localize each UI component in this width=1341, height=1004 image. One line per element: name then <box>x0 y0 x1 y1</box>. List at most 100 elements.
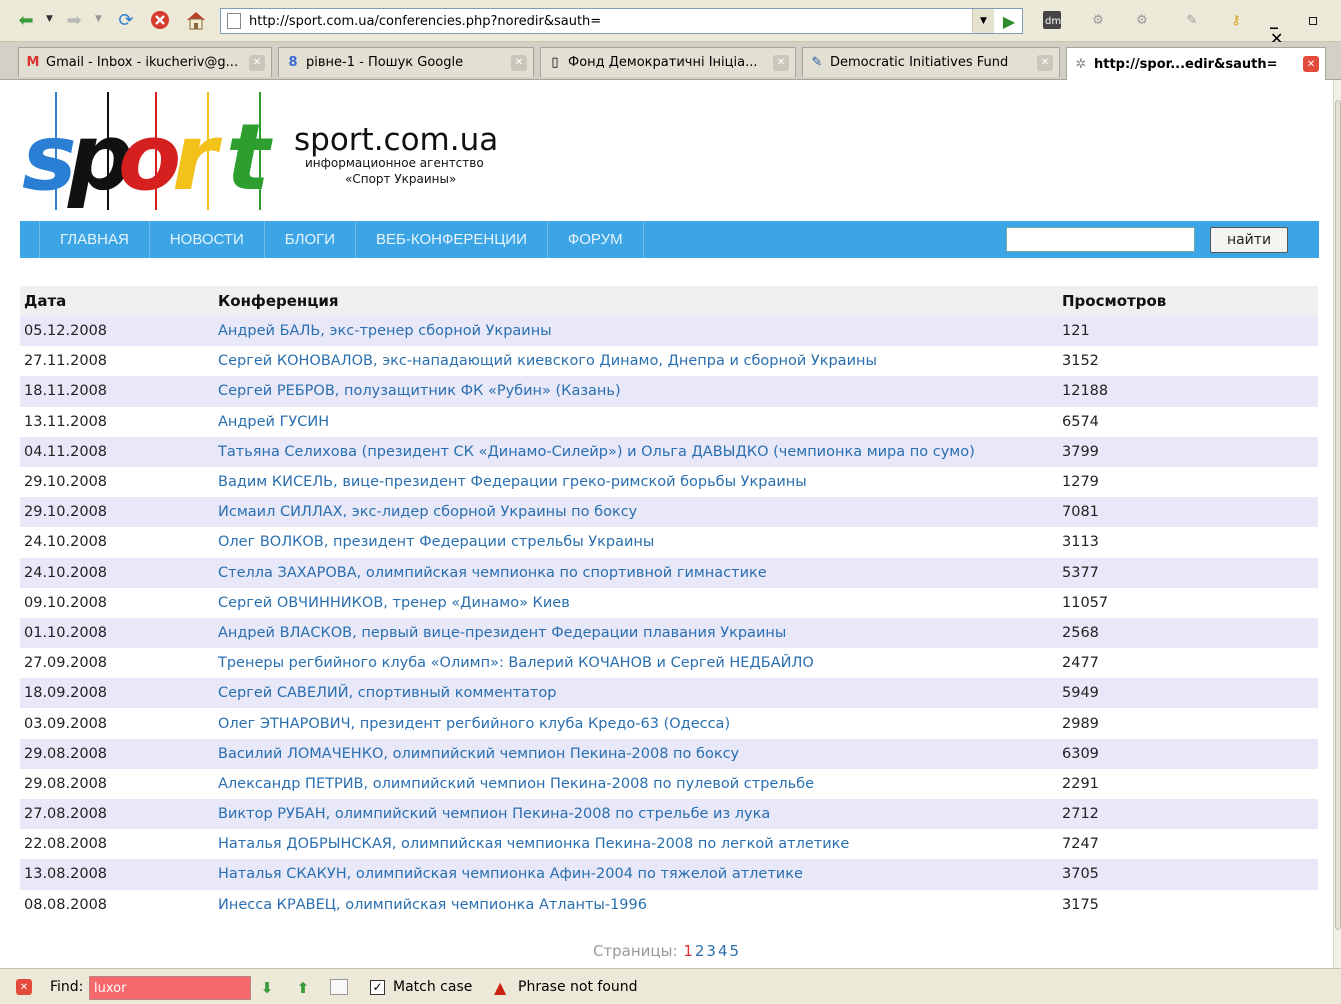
back-icon[interactable]: ⬅ <box>14 8 38 32</box>
close-tab-icon[interactable]: ✕ <box>773 54 789 71</box>
conference-link[interactable]: Андрей БАЛЬ, экс-тренер сборной Украины <box>214 316 1058 347</box>
gmail-icon: M <box>26 55 40 70</box>
scrollbar-thumb[interactable] <box>1335 100 1341 930</box>
nav-item-home[interactable]: ГЛАВНАЯ <box>40 221 150 258</box>
table-row: 29.08.2008 Василий ЛОМАЧЕНКО, олимпийский… <box>20 738 1318 769</box>
svg-text:dm: dm <box>1045 16 1061 27</box>
tab-google-search[interactable]: 8 рівне-1 - Пошук Google ✕ <box>278 47 534 77</box>
row-date: 01.10.2008 <box>20 617 214 649</box>
row-views: 2291 <box>1058 768 1318 799</box>
tab-democratic-initiatives[interactable]: ✎ Democratic Initiatives Fund ✕ <box>802 47 1060 77</box>
conference-link[interactable]: Татьяна Селихова (президент СК «Динамо-С… <box>214 436 1058 467</box>
nav-item-news[interactable]: НОВОСТИ <box>150 221 265 258</box>
pagination-label: Страницы: <box>592 942 678 960</box>
row-views: 5949 <box>1058 678 1318 709</box>
home-icon[interactable] <box>184 8 208 32</box>
row-views: 3113 <box>1058 527 1318 558</box>
conference-link[interactable]: Сергей КОНОВАЛОВ, экс-нападающий киевско… <box>214 346 1058 377</box>
reload-icon[interactable]: ⟳ <box>114 8 138 32</box>
highlight-all-icon[interactable] <box>330 979 348 995</box>
match-case-label[interactable]: Match case <box>393 979 472 995</box>
row-date: 09.10.2008 <box>20 587 214 618</box>
row-views: 2477 <box>1058 648 1318 679</box>
address-bar[interactable] <box>220 8 1023 34</box>
close-tab-icon[interactable]: ✕ <box>511 54 527 71</box>
search-input[interactable] <box>1006 227 1195 252</box>
close-find-icon[interactable]: ✕ <box>16 979 32 995</box>
page-link[interactable]: 5 <box>730 942 740 960</box>
conference-link[interactable]: Сергей РЕБРОВ, полузащитник ФК «Рубин» (… <box>214 376 1058 407</box>
table-row: 01.10.2008 Андрей ВЛАСКОВ, первый вице-пр… <box>20 617 1318 649</box>
search-button[interactable]: найти <box>1210 227 1288 253</box>
url-history-dropdown-icon[interactable]: ▼ <box>972 9 994 33</box>
tab-gmail[interactable]: M Gmail - Inbox - ikucheriv@g... ✕ <box>18 47 272 77</box>
row-date: 03.09.2008 <box>20 708 214 739</box>
nav-item-blogs[interactable]: БЛОГИ <box>265 221 357 258</box>
conference-link[interactable]: Олег ЭТНАРОВИЧ, президент регбийного клу… <box>214 708 1058 739</box>
row-date: 08.08.2008 <box>20 889 214 920</box>
conference-link[interactable]: Тренеры регбийного клуба «Олимп»: Валери… <box>214 648 1058 679</box>
tab-fond-initiatives[interactable]: ▯ Фонд Демократичні Ініціа... ✕ <box>540 47 796 77</box>
table-row: 18.09.2008 Сергей САВЕЛИЙ, спортивный ком… <box>20 678 1318 709</box>
conference-link[interactable]: Вадим КИСЕЛЬ, вице-президент Федерации г… <box>214 466 1058 498</box>
conference-link[interactable]: Наталья ДОБРЫНСКАЯ, олимпийская чемпионк… <box>214 829 1058 860</box>
row-date: 13.08.2008 <box>20 859 214 890</box>
nav-item-web-conferences[interactable]: ВЕБ-КОНФЕРЕНЦИИ <box>356 221 548 258</box>
site-name[interactable]: sport.com.ua <box>294 122 498 158</box>
forward-icon[interactable]: ➡ <box>62 8 86 32</box>
table-row: 27.08.2008 Виктор РУБАН, олимпийский чемп… <box>20 799 1318 830</box>
tab-sport-conferences[interactable]: ✲ http://spor...edir&sauth= ✕ <box>1066 47 1326 80</box>
back-history-chevron-icon[interactable]: ▼ <box>46 14 53 24</box>
row-date: 29.08.2008 <box>20 738 214 769</box>
extension-edit-icon[interactable]: ✎ <box>1180 8 1204 32</box>
conference-link[interactable]: Андрей ГУСИН <box>214 406 1058 437</box>
page-scrollbar[interactable] <box>1333 80 1341 968</box>
conference-link[interactable]: Инесса КРАВЕЦ, олимпийская чемпионка Атл… <box>214 889 1058 920</box>
tab-label: Gmail - Inbox - ikucheriv@g... <box>46 55 239 70</box>
page-icon: ▯ <box>551 55 559 70</box>
row-date: 18.11.2008 <box>20 376 214 407</box>
conference-link[interactable]: Олег ВОЛКОВ, президент Федерации стрельб… <box>214 527 1058 558</box>
conference-link[interactable]: Стелла ЗАХАРОВА, олимпийская чемпионка п… <box>214 557 1058 588</box>
conference-link[interactable]: Василий ЛОМАЧЕНКО, олимпийский чемпион П… <box>214 738 1058 769</box>
table-row: 24.10.2008 Олег ВОЛКОВ, президент Федерац… <box>20 527 1318 558</box>
table-row: 13.11.2008 Андрей ГУСИН 6574 <box>20 406 1318 437</box>
page-link[interactable]: 3 <box>706 942 716 960</box>
main-nav: ГЛАВНАЯ НОВОСТИ БЛОГИ ВЕБ-КОНФЕРЕНЦИИ ФО… <box>20 221 1319 258</box>
page-link[interactable]: 2 <box>695 942 705 960</box>
close-tab-icon[interactable]: ✕ <box>249 54 265 71</box>
close-tab-icon[interactable]: ✕ <box>1303 56 1319 72</box>
find-next-icon[interactable]: ⬇ <box>258 979 276 997</box>
conference-link[interactable]: Наталья СКАКУН, олимпийская чемпионка Аф… <box>214 859 1058 890</box>
conference-link[interactable]: Сергей САВЕЛИЙ, спортивный комментатор <box>214 678 1058 709</box>
extension-key-icon[interactable]: ⚷ <box>1224 8 1248 32</box>
close-tab-icon[interactable]: ✕ <box>1037 54 1053 71</box>
conference-link[interactable]: Исмаил СИЛЛАХ, экс-лидер сборной Украины… <box>214 497 1058 528</box>
site-subtitle-line2: «Спорт Украины» <box>345 172 457 186</box>
conference-link[interactable]: Виктор РУБАН, олимпийский чемпион Пекина… <box>214 799 1058 830</box>
go-icon[interactable]: ▶ <box>998 9 1020 33</box>
page-link[interactable]: 4 <box>718 942 728 960</box>
match-case-checkbox[interactable]: ✓ <box>370 980 385 995</box>
pen-icon: ✎ <box>811 55 823 70</box>
extension-network-icon[interactable]: ⚙ <box>1130 8 1154 32</box>
site-logo[interactable]: s p o r t <box>22 92 270 210</box>
conference-link[interactable]: Сергей ОВЧИННИКОВ, тренер «Динамо» Киев <box>214 587 1058 618</box>
row-views: 11057 <box>1058 587 1318 618</box>
stop-icon[interactable] <box>148 8 172 32</box>
find-input[interactable] <box>89 976 251 1000</box>
extension-plug-icon[interactable]: ⚙ <box>1086 8 1110 32</box>
conference-link[interactable]: Александр ПЕТРИВ, олимпийский чемпион Пе… <box>214 768 1058 799</box>
row-views: 3175 <box>1058 889 1318 920</box>
forward-history-chevron-icon[interactable]: ▼ <box>95 14 102 24</box>
extension-dm-icon[interactable]: dm <box>1040 8 1064 32</box>
table-row: 22.08.2008 Наталья ДОБРЫНСКАЯ, олимпийска… <box>20 829 1318 860</box>
url-input[interactable] <box>249 13 949 29</box>
nav-item-forum[interactable]: ФОРУМ <box>548 221 644 258</box>
find-previous-icon[interactable]: ⬆ <box>294 979 312 997</box>
conference-link[interactable]: Андрей ВЛАСКОВ, первый вице-президент Фе… <box>214 617 1058 649</box>
row-views: 121 <box>1058 316 1318 347</box>
row-date: 18.09.2008 <box>20 678 214 709</box>
page-link[interactable]: 1 <box>683 942 693 960</box>
row-views: 12188 <box>1058 376 1318 407</box>
